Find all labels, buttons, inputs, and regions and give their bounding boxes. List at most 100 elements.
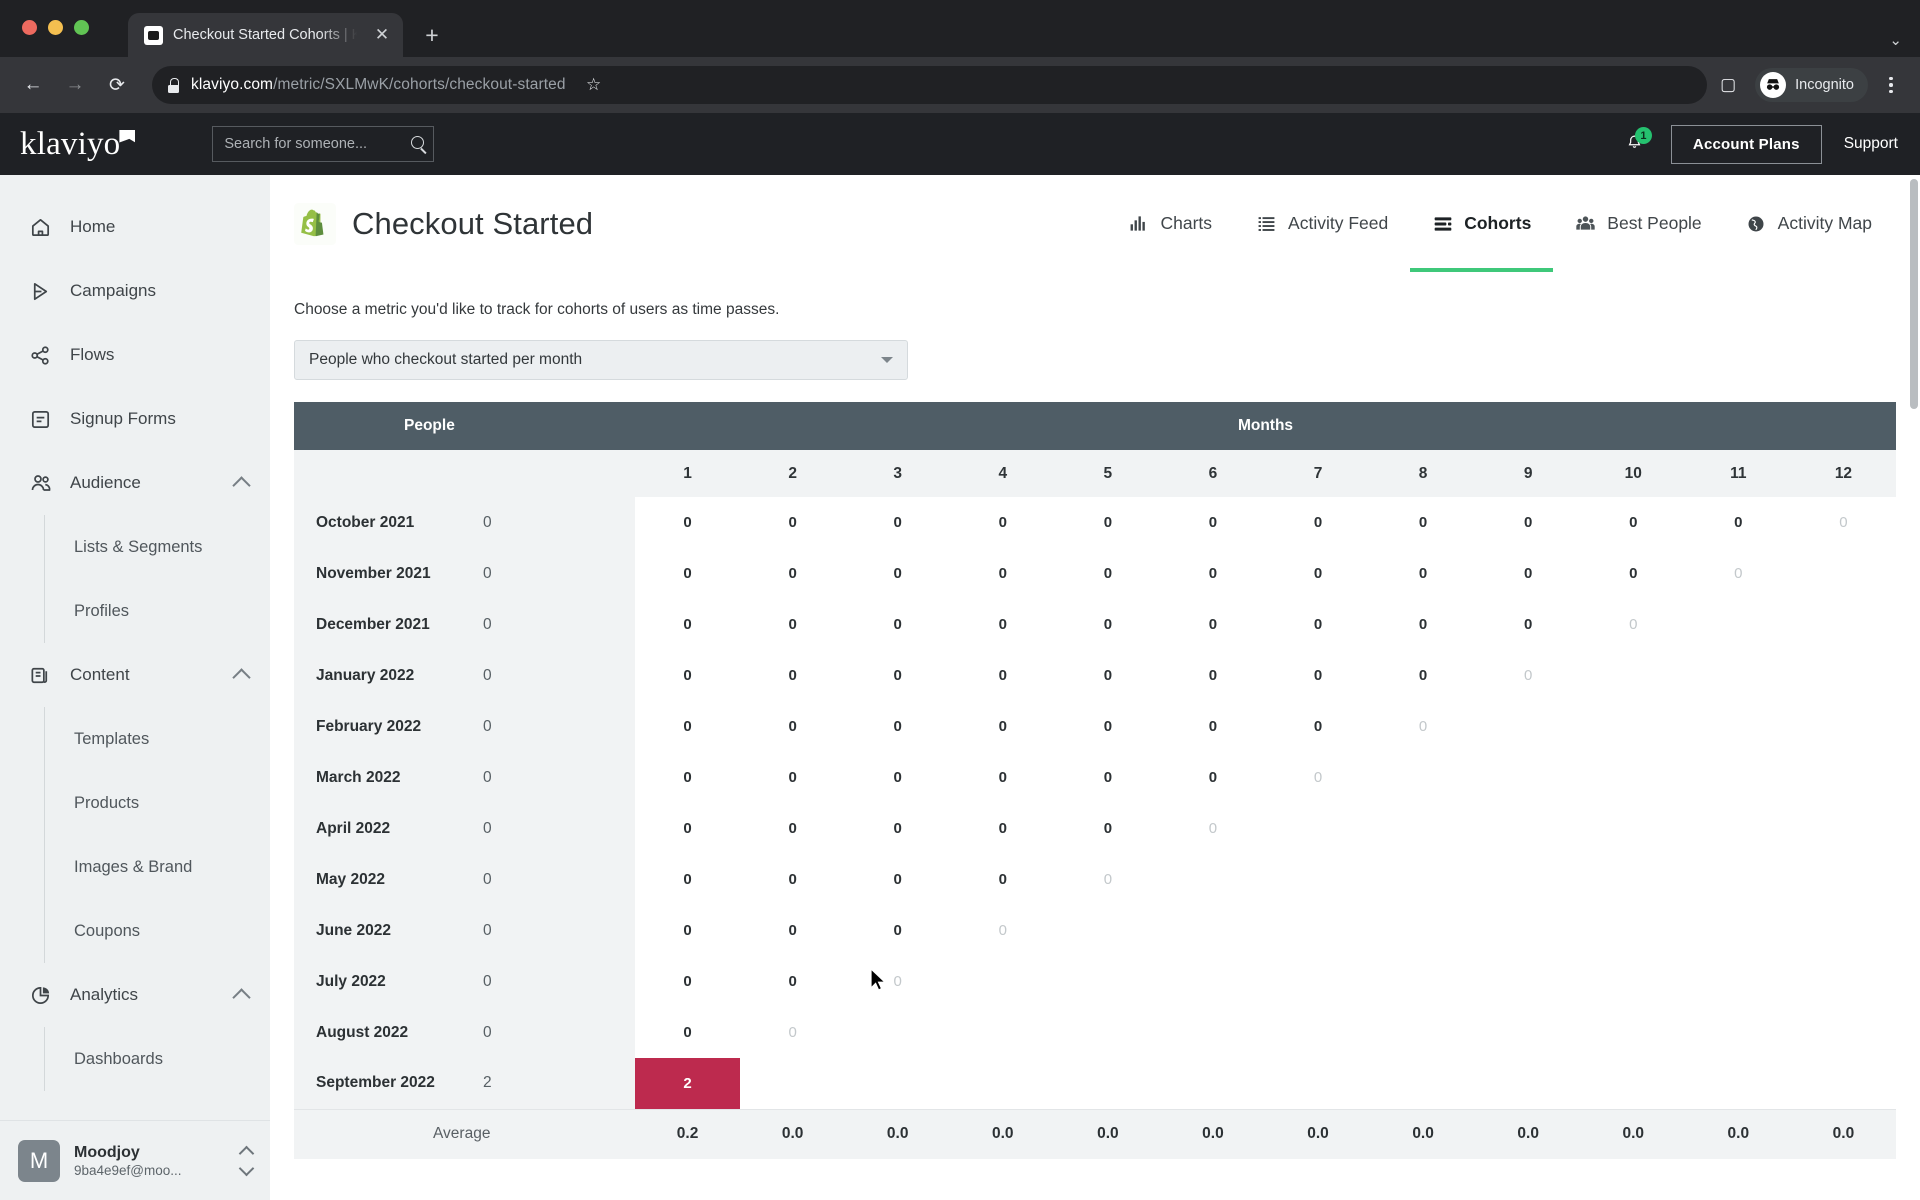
cohort-cell[interactable]: 0 (1370, 548, 1476, 599)
cohort-cell[interactable] (1685, 701, 1791, 752)
cohort-cell[interactable]: 0 (740, 956, 846, 1007)
cohort-cell[interactable] (1685, 650, 1791, 701)
cohort-cell[interactable]: 0 (635, 905, 741, 956)
cohort-cell[interactable] (1265, 905, 1371, 956)
cohort-cell[interactable] (1265, 854, 1371, 905)
metric-select[interactable]: People who checkout started per month (294, 340, 908, 380)
search-icon[interactable] (411, 136, 427, 152)
cohort-cell[interactable] (1580, 752, 1686, 803)
cohort-cell[interactable]: 0 (1055, 650, 1161, 701)
cohort-cell[interactable]: 0 (635, 1007, 741, 1058)
cohort-cell[interactable]: 0 (740, 701, 846, 752)
cohort-cell[interactable]: 0 (950, 548, 1056, 599)
cohort-cell[interactable] (845, 1007, 951, 1058)
cohort-cell[interactable]: 0 (635, 956, 741, 1007)
cohort-cell[interactable]: 0 (950, 803, 1056, 854)
cohort-cell[interactable]: 0 (845, 650, 951, 701)
cohort-cell[interactable]: 0 (1055, 497, 1161, 548)
klaviyo-logo[interactable]: klaviyo (20, 127, 136, 161)
account-plans-button[interactable]: Account Plans (1670, 124, 1822, 164)
sidebar-item-content[interactable]: Content (0, 643, 270, 707)
cohort-cell[interactable] (1370, 752, 1476, 803)
tab-cohorts[interactable]: Cohorts (1410, 175, 1554, 272)
cohort-cell[interactable]: 0 (1265, 701, 1371, 752)
cohort-cell[interactable]: 0 (1265, 599, 1371, 650)
sidebar-item-analytics[interactable]: Analytics (0, 963, 270, 1027)
cohort-cell[interactable] (1475, 701, 1581, 752)
browser-menu-icon[interactable] (1876, 76, 1906, 94)
sidebar-item-coupons[interactable]: Coupons (45, 899, 270, 963)
support-link[interactable]: Support (1844, 135, 1898, 153)
cohort-cell[interactable] (1160, 905, 1266, 956)
account-switcher-chevrons-icon[interactable] (238, 1145, 255, 1176)
cohort-cell[interactable] (1475, 905, 1581, 956)
cohort-cell[interactable]: 0 (950, 497, 1056, 548)
cohort-cell[interactable] (1685, 905, 1791, 956)
cohort-cell[interactable] (1685, 752, 1791, 803)
cohort-cell[interactable]: 0 (1055, 752, 1161, 803)
cohort-cell[interactable]: 0 (1475, 599, 1581, 650)
cohort-cell[interactable] (1055, 956, 1161, 1007)
cohort-cell[interactable]: 0 (1055, 548, 1161, 599)
cohort-cell[interactable] (1055, 1007, 1161, 1058)
cohort-cell[interactable] (1370, 854, 1476, 905)
cohort-cell[interactable] (950, 1058, 1056, 1109)
cohort-cell[interactable]: 0 (1370, 599, 1476, 650)
tab-activity-map[interactable]: Activity Map (1724, 175, 1894, 272)
cohort-cell[interactable]: 0 (635, 650, 741, 701)
tab-activity-feed[interactable]: Activity Feed (1234, 175, 1410, 272)
cohort-cell[interactable]: 0 (1055, 803, 1161, 854)
cohort-cell[interactable] (1790, 854, 1896, 905)
cohort-cell[interactable]: 0 (1475, 548, 1581, 599)
cohort-cell[interactable]: 0 (1160, 650, 1266, 701)
address-bar[interactable]: klaviyo.com/metric/SXLMwK/cohorts/checko… (152, 66, 1708, 104)
cohort-cell[interactable]: 0 (1055, 599, 1161, 650)
cohort-cell[interactable]: 0 (635, 701, 741, 752)
search-box[interactable] (212, 126, 435, 162)
tab-charts[interactable]: Charts (1106, 175, 1234, 272)
cohort-cell[interactable] (1580, 956, 1686, 1007)
cohort-cell[interactable] (1580, 650, 1686, 701)
sidebar-item-home[interactable]: Home (0, 195, 270, 259)
cohort-cell[interactable]: 0 (845, 752, 951, 803)
cohort-cell[interactable]: 0 (1370, 701, 1476, 752)
cohort-cell[interactable] (1790, 650, 1896, 701)
cohort-cell[interactable] (1790, 599, 1896, 650)
sidebar-item-profiles[interactable]: Profiles (45, 579, 270, 643)
cohort-cell[interactable]: 0 (740, 752, 846, 803)
chevron-up-icon[interactable] (232, 988, 251, 1007)
cohort-cell[interactable]: 0 (950, 752, 1056, 803)
cohort-cell[interactable] (1790, 803, 1896, 854)
cohort-cell[interactable]: 0 (845, 599, 951, 650)
reload-button[interactable]: ⟳ (98, 66, 136, 104)
cohort-cell[interactable] (1265, 956, 1371, 1007)
sidebar-item-dashboards[interactable]: Dashboards (45, 1027, 270, 1091)
cohort-cell[interactable]: 0 (1265, 497, 1371, 548)
cohort-cell[interactable]: 2 (635, 1058, 741, 1109)
cohort-cell[interactable]: 0 (740, 905, 846, 956)
back-button[interactable]: ← (14, 66, 52, 104)
cohort-cell[interactable]: 0 (950, 650, 1056, 701)
sidebar-item-templates[interactable]: Templates (45, 707, 270, 771)
cohort-cell[interactable] (1055, 905, 1161, 956)
cohort-cell[interactable] (1790, 752, 1896, 803)
account-switcher[interactable]: M Moodjoy 9ba4e9ef@moo... (0, 1120, 270, 1200)
cohort-cell[interactable] (1265, 1007, 1371, 1058)
chevron-up-icon[interactable] (232, 668, 251, 687)
cohort-cell[interactable]: 0 (740, 803, 846, 854)
cohort-cell[interactable] (1265, 1058, 1371, 1109)
cohort-cell[interactable] (1580, 854, 1686, 905)
cohort-cell[interactable] (1370, 1007, 1476, 1058)
sidebar-item-campaigns[interactable]: Campaigns (0, 259, 270, 323)
cohort-cell[interactable] (1370, 803, 1476, 854)
cohort-cell[interactable] (1790, 1007, 1896, 1058)
cohort-cell[interactable]: 0 (740, 854, 846, 905)
sidebar-item-images-brand[interactable]: Images & Brand (45, 835, 270, 899)
cohort-cell[interactable] (1475, 803, 1581, 854)
sidebar-item-flows[interactable]: Flows (0, 323, 270, 387)
cohort-cell[interactable]: 0 (635, 803, 741, 854)
sidebar-item-lists-segments[interactable]: Lists & Segments (45, 515, 270, 579)
cohort-cell[interactable] (1475, 956, 1581, 1007)
sidebar-item-audience[interactable]: Audience (0, 451, 270, 515)
new-tab-button[interactable]: + (415, 18, 449, 52)
